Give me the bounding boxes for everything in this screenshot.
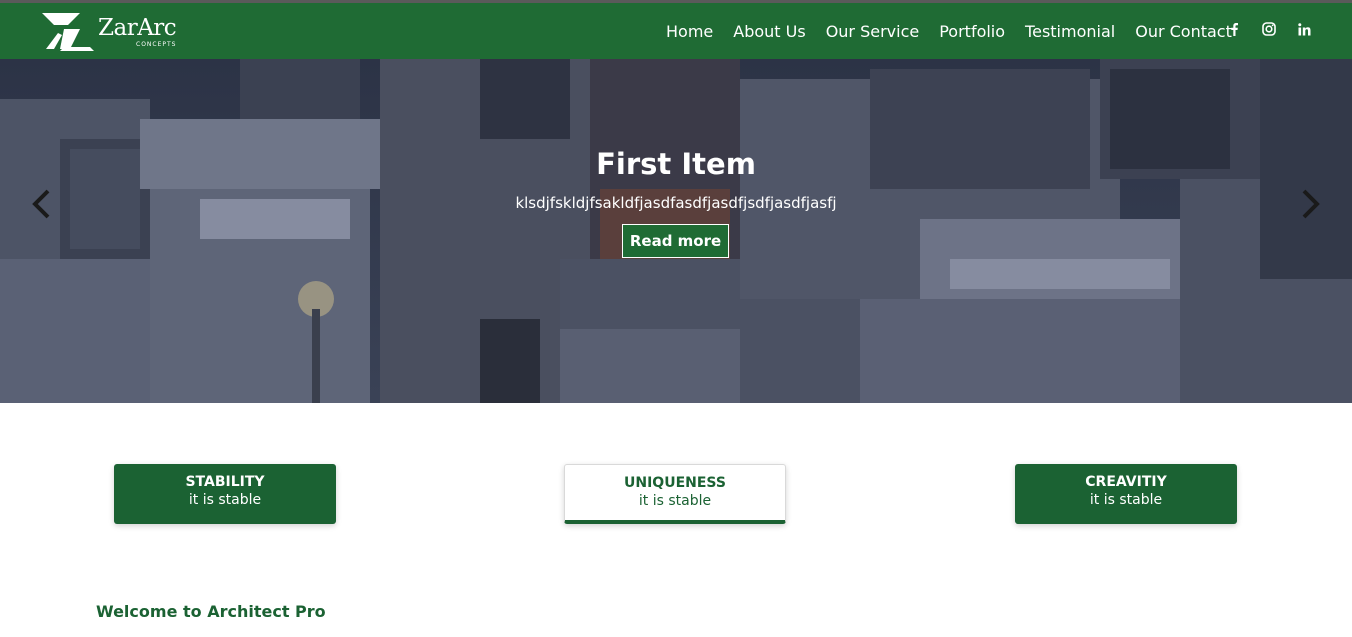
- feature-title: CREAVITIY: [1085, 474, 1167, 490]
- instagram-icon[interactable]: [1259, 19, 1279, 39]
- feature-title: STABILITY: [185, 474, 265, 490]
- feature-card-uniqueness[interactable]: UNIQUENESS it is stable: [564, 464, 786, 524]
- hero-carousel: First Item klsdjfskldjfsakldfjasdfasdfja…: [0, 59, 1352, 403]
- feature-subtitle: it is stable: [188, 492, 262, 508]
- nav-our-contact[interactable]: Our Contact: [1135, 22, 1232, 41]
- feature-title: UNIQUENESS: [624, 475, 726, 491]
- nav-portfolio[interactable]: Portfolio: [939, 22, 1005, 41]
- read-more-button[interactable]: Read more: [622, 224, 729, 258]
- feature-subtitle: it is stable: [638, 493, 712, 509]
- hero-text: klsdjfskldjfsakldfjasdfasdfjasdfjsdfjasd…: [515, 194, 837, 212]
- facebook-icon[interactable]: [1224, 19, 1244, 39]
- brand-subtitle: CONCEPTS: [136, 41, 177, 48]
- feature-card-creativity[interactable]: CREAVITIY it is stable: [1015, 464, 1237, 524]
- brand-logo[interactable]: ZarArc CONCEPTS: [40, 11, 185, 53]
- welcome-heading: Welcome to Architect Pro: [96, 602, 326, 621]
- nav-about-us[interactable]: About Us: [733, 22, 805, 41]
- navbar: ZarArc CONCEPTS Home About Us Our Servic…: [0, 3, 1352, 59]
- hero-title: First Item: [596, 147, 756, 181]
- nav-testimonial[interactable]: Testimonial: [1025, 22, 1115, 41]
- logo-mark-icon: [42, 13, 94, 51]
- feature-card-stability[interactable]: STABILITY it is stable: [114, 464, 336, 524]
- feature-subtitle: it is stable: [1089, 492, 1163, 508]
- linkedin-icon[interactable]: [1294, 19, 1314, 39]
- main-nav: Home About Us Our Service Portfolio Test…: [666, 3, 1252, 59]
- brand-name: ZarArc: [98, 15, 177, 41]
- nav-home[interactable]: Home: [666, 22, 713, 41]
- nav-our-service[interactable]: Our Service: [826, 22, 920, 41]
